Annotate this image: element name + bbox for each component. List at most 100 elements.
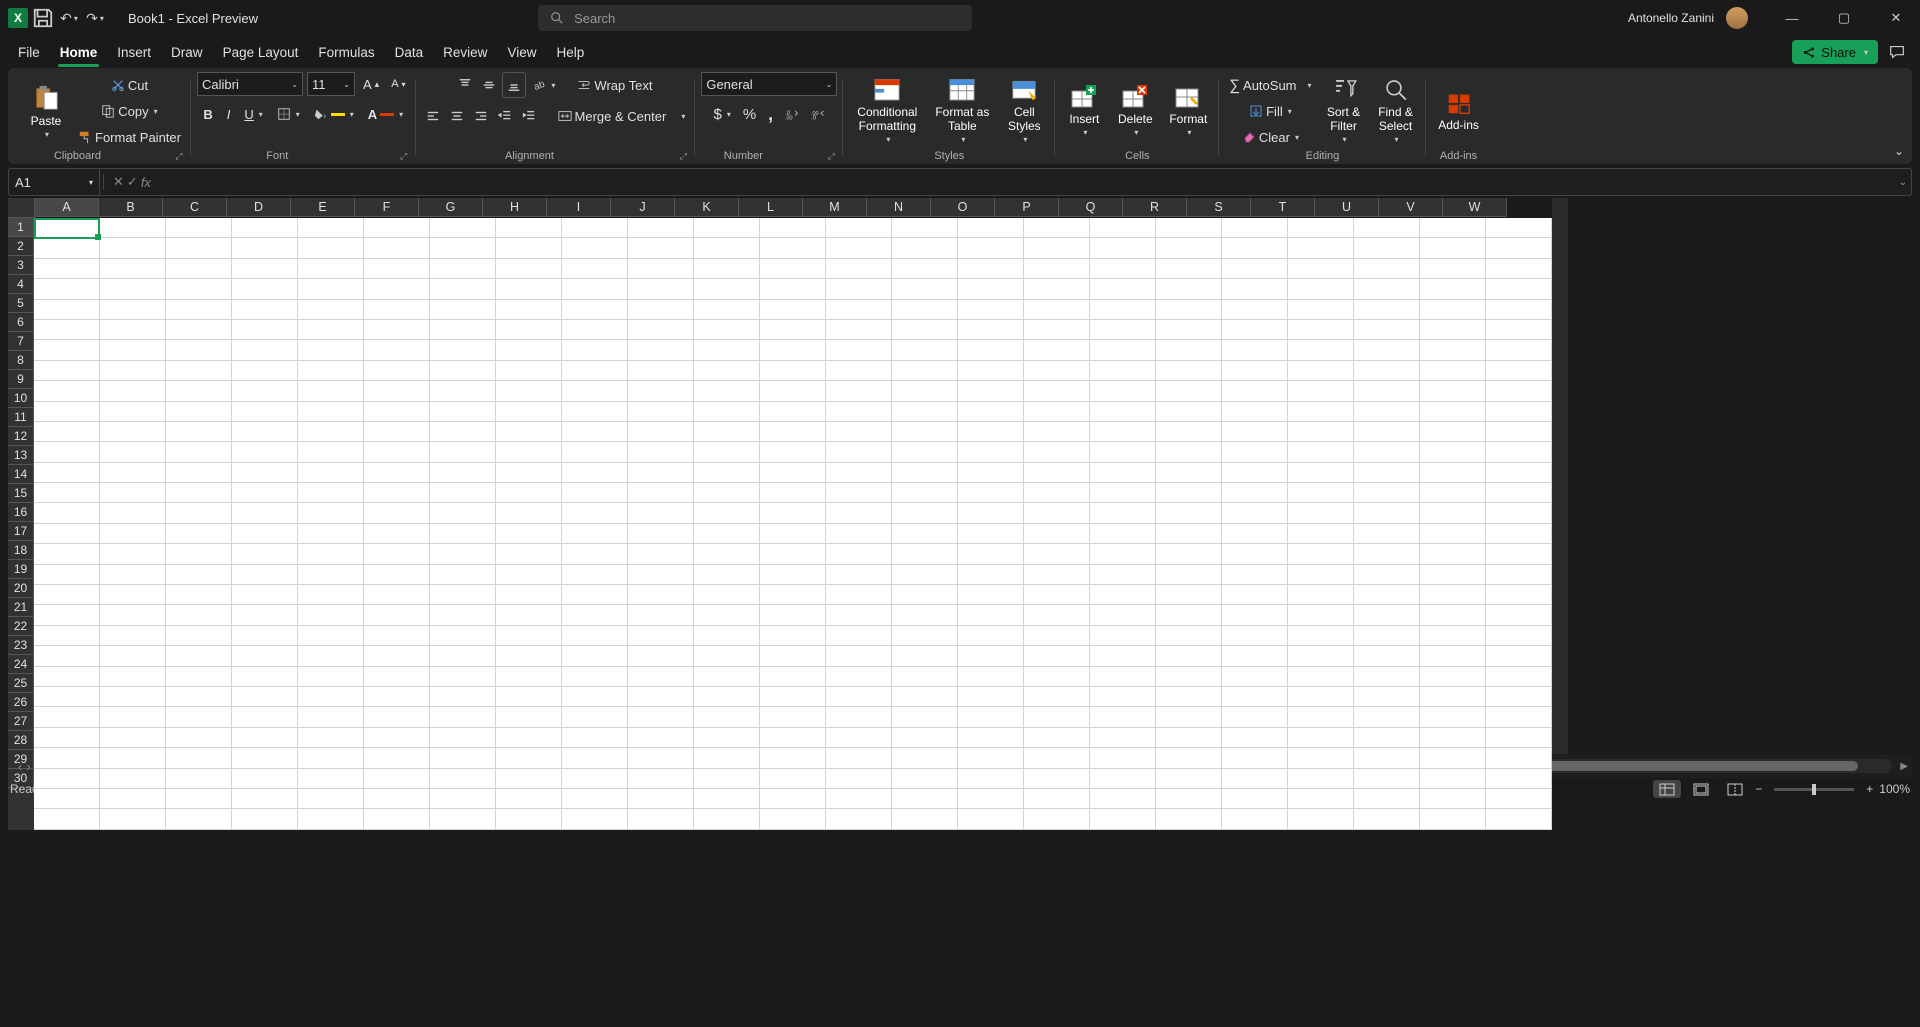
column-header[interactable]: O — [931, 198, 995, 217]
cell[interactable] — [1486, 319, 1552, 339]
cell[interactable] — [892, 666, 958, 686]
cell[interactable] — [562, 727, 628, 747]
comments-icon[interactable] — [1888, 43, 1906, 61]
cell[interactable] — [562, 748, 628, 768]
cell[interactable] — [1024, 442, 1090, 462]
cell[interactable] — [298, 421, 364, 441]
cell[interactable] — [430, 544, 496, 564]
cell[interactable] — [1090, 442, 1156, 462]
cell[interactable] — [562, 544, 628, 564]
cell[interactable] — [1288, 483, 1354, 503]
cell[interactable] — [694, 809, 760, 829]
row-header[interactable]: 24 — [8, 655, 34, 674]
column-header[interactable]: E — [291, 198, 355, 217]
column-header[interactable]: H — [483, 198, 547, 217]
row-header[interactable]: 14 — [8, 465, 34, 484]
cell[interactable] — [166, 748, 232, 768]
cell[interactable] — [1486, 381, 1552, 401]
cell[interactable] — [958, 279, 1024, 299]
cell[interactable] — [1090, 748, 1156, 768]
cell[interactable] — [1486, 605, 1552, 625]
cell[interactable] — [958, 809, 1024, 829]
cell[interactable] — [958, 666, 1024, 686]
cell[interactable] — [364, 218, 430, 238]
cell[interactable] — [1420, 605, 1486, 625]
cell[interactable] — [1486, 686, 1552, 706]
cell[interactable] — [100, 544, 166, 564]
cell[interactable] — [1420, 646, 1486, 666]
row-header[interactable]: 20 — [8, 579, 34, 598]
cell[interactable] — [1288, 462, 1354, 482]
cell[interactable] — [1024, 666, 1090, 686]
cell[interactable] — [562, 381, 628, 401]
cell[interactable] — [496, 238, 562, 258]
cell[interactable] — [1486, 646, 1552, 666]
cell[interactable] — [364, 319, 430, 339]
column-header[interactable]: L — [739, 198, 803, 217]
row-headers[interactable]: 1234567891011121314151617181920212223242… — [8, 218, 34, 830]
cell[interactable] — [1222, 503, 1288, 523]
cell[interactable] — [166, 381, 232, 401]
cell[interactable] — [232, 258, 298, 278]
cell[interactable] — [1420, 523, 1486, 543]
tab-page-layout[interactable]: Page Layout — [221, 39, 301, 68]
cell[interactable] — [1156, 299, 1222, 319]
cell[interactable] — [166, 768, 232, 788]
cell[interactable] — [34, 279, 100, 299]
cell[interactable] — [892, 605, 958, 625]
cell[interactable] — [232, 462, 298, 482]
cell[interactable] — [958, 381, 1024, 401]
cell[interactable] — [1090, 646, 1156, 666]
cell[interactable] — [826, 238, 892, 258]
cell[interactable] — [892, 686, 958, 706]
zoom-level[interactable]: 100% — [1879, 782, 1910, 796]
cell[interactable] — [1222, 544, 1288, 564]
cell[interactable] — [958, 727, 1024, 747]
cell[interactable] — [958, 340, 1024, 360]
cell[interactable] — [1486, 442, 1552, 462]
cell[interactable] — [34, 381, 100, 401]
page-layout-view-button[interactable] — [1687, 780, 1715, 798]
cell[interactable] — [496, 727, 562, 747]
cell[interactable] — [364, 625, 430, 645]
cell[interactable] — [562, 238, 628, 258]
cell[interactable] — [1354, 360, 1420, 380]
cell[interactable] — [628, 707, 694, 727]
cell[interactable] — [826, 768, 892, 788]
cell[interactable] — [1486, 340, 1552, 360]
cell[interactable] — [496, 788, 562, 808]
cell[interactable] — [364, 707, 430, 727]
cell[interactable] — [1486, 462, 1552, 482]
cell[interactable] — [958, 462, 1024, 482]
cell[interactable] — [298, 686, 364, 706]
cell[interactable] — [364, 503, 430, 523]
cell[interactable] — [166, 442, 232, 462]
cell[interactable] — [628, 727, 694, 747]
cell[interactable] — [166, 564, 232, 584]
cell[interactable] — [826, 442, 892, 462]
cell[interactable] — [694, 605, 760, 625]
collapse-ribbon-button[interactable]: ⌄ — [1894, 144, 1904, 158]
cell[interactable] — [958, 625, 1024, 645]
cell[interactable] — [496, 483, 562, 503]
cell[interactable] — [100, 809, 166, 829]
cell[interactable] — [100, 360, 166, 380]
cell[interactable] — [1288, 686, 1354, 706]
cell[interactable] — [694, 462, 760, 482]
cell[interactable] — [1420, 564, 1486, 584]
cell[interactable] — [958, 442, 1024, 462]
cell[interactable] — [1420, 544, 1486, 564]
cell[interactable] — [496, 218, 562, 238]
close-button[interactable]: ✕ — [1874, 0, 1918, 36]
cell[interactable] — [562, 646, 628, 666]
cell[interactable] — [1420, 625, 1486, 645]
font-color-button[interactable]: A▾ — [364, 102, 407, 126]
cell[interactable] — [34, 646, 100, 666]
cell[interactable] — [1090, 279, 1156, 299]
cell[interactable] — [1420, 462, 1486, 482]
increase-decimal-button[interactable]: .0.00 — [781, 102, 803, 126]
cell[interactable] — [1486, 809, 1552, 829]
cell[interactable] — [892, 788, 958, 808]
cell[interactable] — [694, 381, 760, 401]
cell[interactable] — [1420, 809, 1486, 829]
